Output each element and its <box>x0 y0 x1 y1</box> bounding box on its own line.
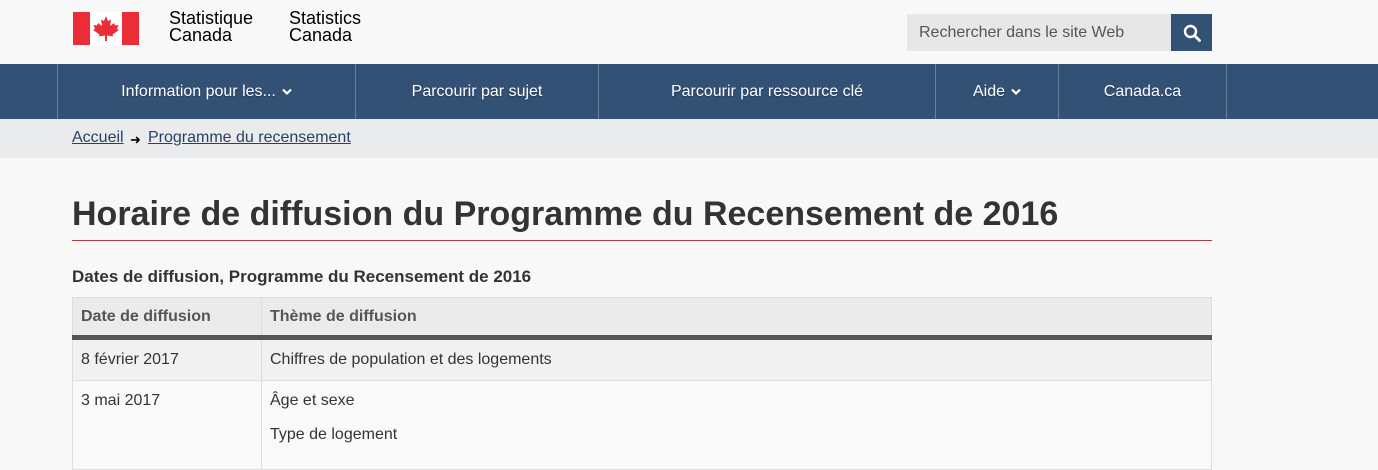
breadcrumb-accueil-link[interactable]: Accueil <box>72 129 124 147</box>
menu-item-aide[interactable]: Aide <box>935 64 1058 119</box>
table-cell-date: 8 février 2017 <box>72 337 262 381</box>
theme-text: Âge et sexe <box>270 392 355 409</box>
signature-en-line2: Canada <box>289 25 353 45</box>
release-schedule-table: Date de diffusion Thème de diffusion 8 f… <box>72 297 1212 470</box>
menu-item-canada[interactable]: Canada.ca <box>1058 64 1227 119</box>
table-header-row: Date de diffusion Thème de diffusion <box>72 297 1212 340</box>
breadcrumb-recensement-link[interactable]: Programme du recensement <box>148 129 351 147</box>
menu-item-label: Parcourir par ressource clé <box>670 82 864 100</box>
breadcrumb: Accueil ➜ Programme du recensement <box>0 119 1378 158</box>
page-title: Horaire de diffusion du Programme du Rec… <box>72 196 1212 241</box>
menu-item-label: Information pour les... <box>121 82 276 100</box>
theme-text: Type de logement <box>270 426 398 443</box>
menu-item-information[interactable]: Information pour les... <box>57 64 355 119</box>
signature-en: Statistics Canada <box>289 9 361 45</box>
search-icon <box>1183 24 1201 42</box>
signature-fr-line2: Canada <box>169 25 233 45</box>
menu-item-ressource[interactable]: Parcourir par ressource clé <box>598 64 935 119</box>
theme-text: Chiffres de population et des logements <box>270 351 552 368</box>
menu-item-label: Aide <box>972 82 1006 100</box>
menu-item-label: Parcourir par sujet <box>411 82 543 100</box>
signature-fr: Statistique Canada <box>169 9 253 45</box>
table-row: 3 mai 2017 Âge et sexe Type de logement <box>72 380 1212 470</box>
arrow-right-icon: ➜ <box>130 132 141 147</box>
menu-item-sujet[interactable]: Parcourir par sujet <box>355 64 598 119</box>
column-header-date[interactable]: Date de diffusion <box>72 297 262 340</box>
site-header: Statistique Canada Statistics Canada <box>0 0 1378 64</box>
table-caption: Dates de diffusion, Programme du Recense… <box>72 267 532 286</box>
table-cell-theme: Chiffres de population et des logements <box>261 337 1212 381</box>
menu-item-label: Canada.ca <box>1103 82 1182 100</box>
table-cell-theme: Âge et sexe Type de logement <box>261 380 1212 470</box>
search-form <box>907 14 1212 51</box>
search-input[interactable] <box>907 14 1171 51</box>
canada-flag-icon[interactable] <box>73 12 139 45</box>
chevron-down-icon <box>1011 88 1021 95</box>
chevron-down-icon <box>282 88 292 95</box>
search-button[interactable] <box>1171 14 1212 51</box>
main-menu: Information pour les... Parcourir par su… <box>0 64 1378 119</box>
column-header-theme[interactable]: Thème de diffusion <box>261 297 1212 340</box>
table-row: 8 février 2017 Chiffres de population et… <box>72 337 1212 381</box>
table-cell-date: 3 mai 2017 <box>72 380 262 470</box>
